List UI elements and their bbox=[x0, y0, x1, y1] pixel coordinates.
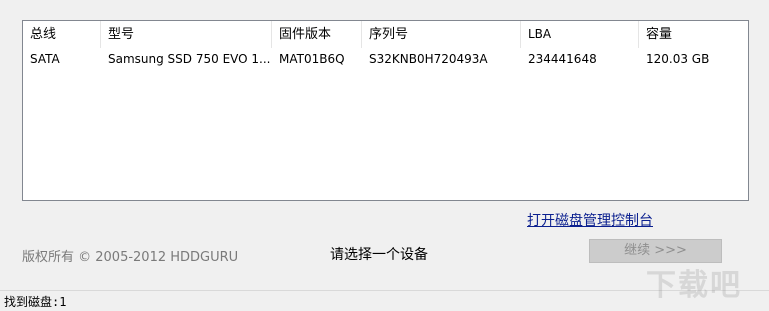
column-header-serial[interactable]: 序列号 bbox=[362, 21, 521, 48]
column-header-lba[interactable]: LBA bbox=[521, 21, 639, 48]
column-header-capacity[interactable]: 容量 bbox=[639, 21, 748, 48]
table-header: 总线 型号 固件版本 序列号 LBA 容量 bbox=[23, 21, 748, 48]
cell-serial: S32KNB0H720493A bbox=[369, 52, 488, 66]
cell-capacity: 120.03 GB bbox=[646, 52, 710, 66]
table-row[interactable]: SATA Samsung SSD 750 EVO 1... MAT01B6Q S… bbox=[23, 48, 748, 70]
device-list-table[interactable]: 总线 型号 固件版本 序列号 LBA 容量 SATA Samsung SSD 7… bbox=[22, 20, 749, 201]
column-header-bus[interactable]: 总线 bbox=[23, 21, 101, 48]
status-text: 找到磁盘:1 bbox=[4, 295, 67, 309]
select-device-prompt: 请选择一个设备 bbox=[330, 247, 428, 263]
continue-button[interactable]: 继续 >>> bbox=[589, 239, 722, 263]
column-header-firmware[interactable]: 固件版本 bbox=[272, 21, 362, 48]
cell-bus: SATA bbox=[30, 52, 60, 66]
copyright-text: 版权所有 © 2005-2012 HDDGURU bbox=[22, 250, 239, 265]
cell-model: Samsung SSD 750 EVO 1... bbox=[108, 52, 271, 66]
cell-firmware: MAT01B6Q bbox=[279, 52, 345, 66]
open-disk-management-link[interactable]: 打开磁盘管理控制台 bbox=[527, 210, 653, 230]
column-header-model[interactable]: 型号 bbox=[101, 21, 272, 48]
cell-lba: 234441648 bbox=[528, 52, 597, 66]
status-bar: 找到磁盘:1 bbox=[0, 290, 769, 311]
